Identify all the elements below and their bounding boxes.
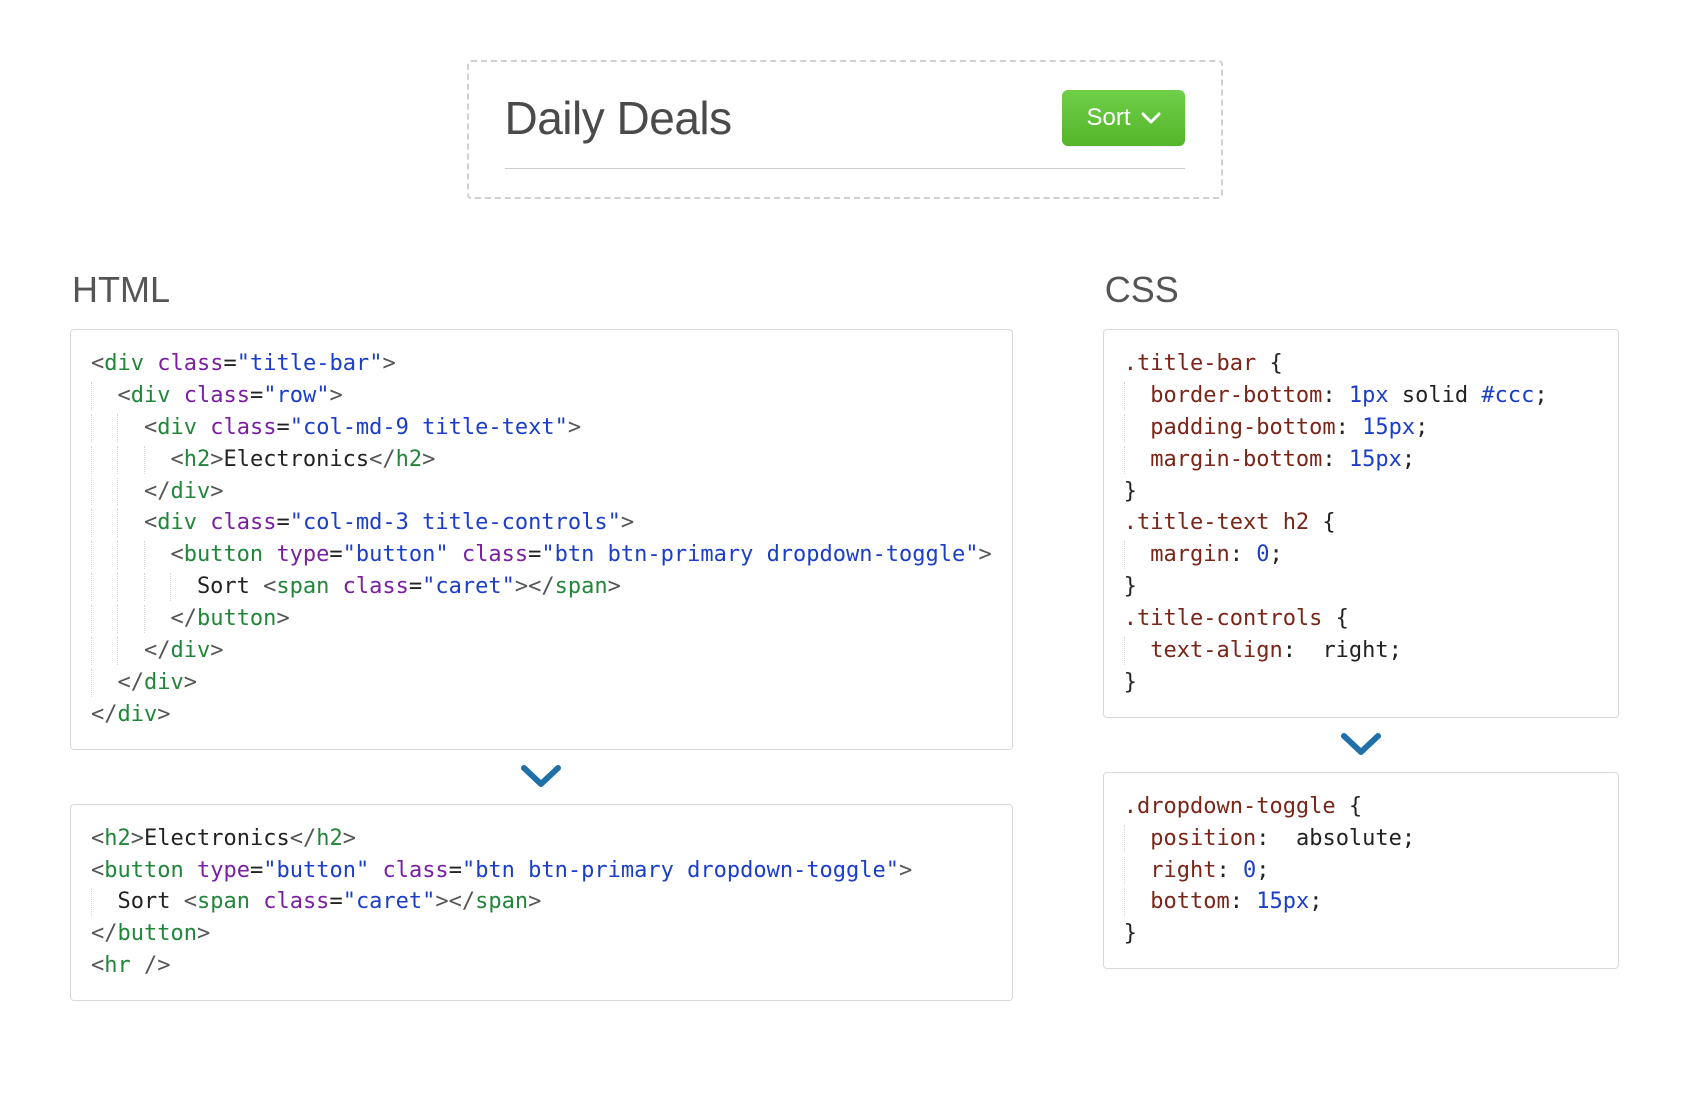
html-bottom-code: <h2>Electronics</h2> <button type="butto… [91,823,992,982]
title-bar-preview: Daily Deals Sort [505,90,1185,169]
sort-button[interactable]: Sort [1062,90,1184,146]
preview-heading: Daily Deals [505,91,732,145]
chevron-down-icon [1141,111,1161,125]
css-top-panel: .title-bar { border-bottom: 1px solid #c… [1103,329,1619,718]
preview-dashed-box: Daily Deals Sort [467,60,1223,199]
css-bottom-code: .dropdown-toggle { position: absolute; r… [1124,791,1598,950]
html-column: HTML <div class="title-bar"> <div class=… [70,269,1013,1001]
css-heading: CSS [1105,269,1619,311]
chevron-down-icon [1103,718,1619,772]
html-top-code: <div class="title-bar"> <div class="row"… [91,348,992,731]
html-bottom-panel: <h2>Electronics</h2> <button type="butto… [70,804,1013,1001]
css-top-code: .title-bar { border-bottom: 1px solid #c… [1124,348,1598,699]
css-column: CSS .title-bar { border-bottom: 1px soli… [1103,269,1619,1001]
html-heading: HTML [72,269,1013,311]
preview-box: Daily Deals Sort [70,60,1619,199]
chevron-down-icon [70,750,1013,804]
css-bottom-panel: .dropdown-toggle { position: absolute; r… [1103,772,1619,969]
html-top-panel: <div class="title-bar"> <div class="row"… [70,329,1013,750]
sort-button-label: Sort [1086,104,1130,132]
